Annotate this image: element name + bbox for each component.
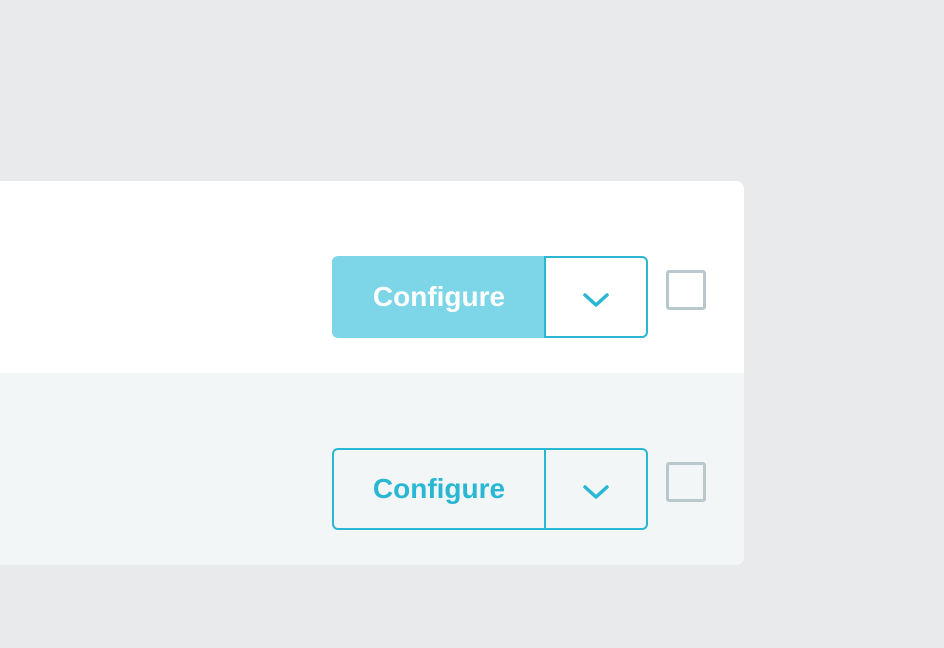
configure-dropdown-toggle[interactable] bbox=[544, 448, 648, 530]
items-panel: Configure Configure bbox=[0, 181, 744, 565]
chevron-down-icon bbox=[583, 293, 609, 307]
chevron-down-icon bbox=[583, 485, 609, 499]
row-checkbox[interactable] bbox=[666, 270, 706, 310]
configure-button[interactable]: Configure bbox=[332, 448, 544, 530]
list-item: Configure bbox=[0, 373, 744, 565]
configure-dropdown-toggle[interactable] bbox=[544, 256, 648, 338]
configure-split-button: Configure bbox=[332, 448, 648, 530]
row-checkbox[interactable] bbox=[666, 462, 706, 502]
list-item: Configure bbox=[0, 181, 744, 373]
configure-split-button: Configure bbox=[332, 256, 648, 338]
configure-button[interactable]: Configure bbox=[332, 256, 544, 338]
